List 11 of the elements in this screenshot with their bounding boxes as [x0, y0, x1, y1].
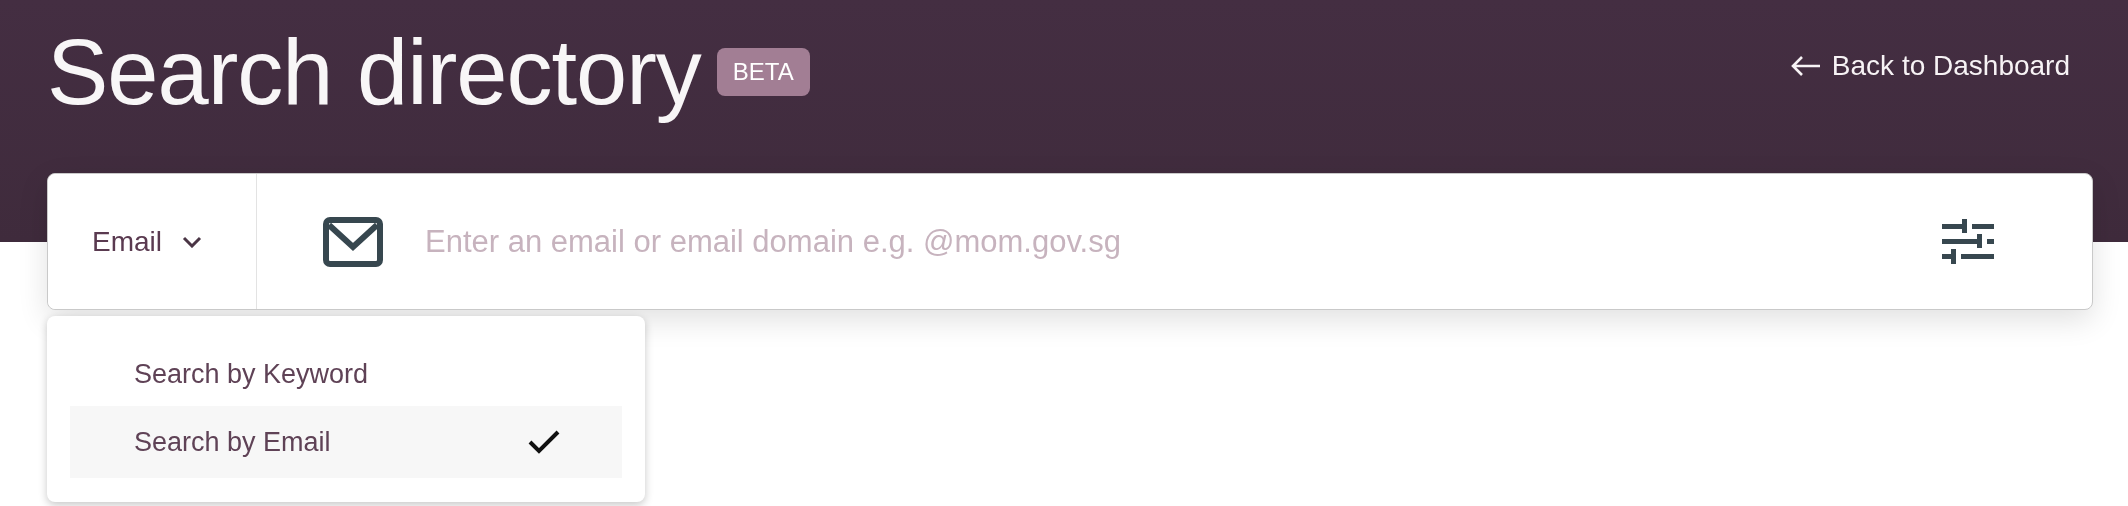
back-link[interactable]: Back to Dashboard — [1789, 50, 2070, 82]
menu-item[interactable]: Search by Email — [70, 406, 622, 478]
filter-sliders-icon[interactable] — [1942, 218, 1994, 265]
chevron-down-icon — [182, 235, 202, 248]
checkmark-icon — [528, 429, 560, 455]
mode-dropdown[interactable]: Email — [48, 174, 257, 309]
page-title: Search directory — [47, 22, 701, 122]
menu-item[interactable]: Search by Keyword — [70, 342, 622, 406]
beta-badge: BETA — [716, 48, 810, 96]
envelope-icon — [323, 216, 383, 267]
arrow-left-icon — [1789, 54, 1822, 78]
